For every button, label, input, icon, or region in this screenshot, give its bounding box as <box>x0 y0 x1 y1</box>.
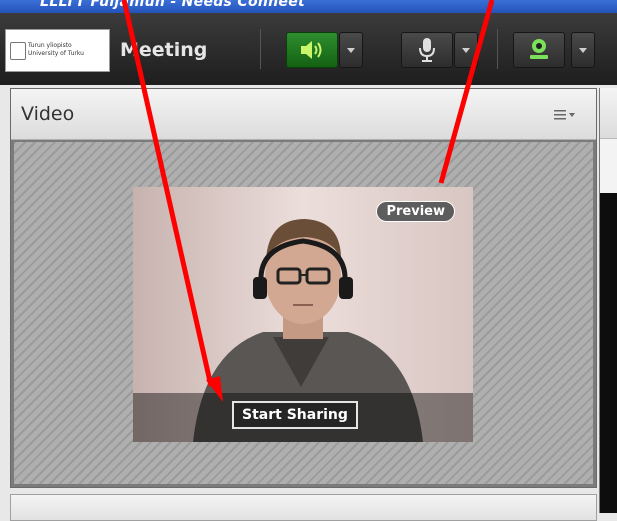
meeting-menu[interactable]: Meeting <box>120 39 207 65</box>
adjacent-pod-panel <box>600 138 617 193</box>
window-title-bar: LLLTT Fuljaniun - Needs Conneet <box>0 0 617 13</box>
university-emblem-icon <box>10 42 26 60</box>
video-pod-title: Video <box>21 103 75 125</box>
pod-options-icon[interactable] <box>554 107 578 123</box>
adjacent-pod-header <box>600 88 617 138</box>
microphone-dropdown[interactable] <box>454 32 478 68</box>
window-title: LLLTT Fuljaniun - Needs Conneet <box>40 0 305 10</box>
speaker-button[interactable] <box>286 32 338 68</box>
webcam-dropdown[interactable] <box>571 32 595 68</box>
lower-pod-header <box>10 494 597 521</box>
video-pod-header: Video <box>11 89 596 140</box>
toolbar-divider <box>497 29 498 69</box>
logo-line-2: University of Turku <box>28 50 84 57</box>
speaker-dropdown[interactable] <box>339 32 363 68</box>
webcam-icon <box>514 33 564 67</box>
start-sharing-button[interactable]: Start Sharing <box>232 401 358 429</box>
adjacent-pod <box>599 88 617 513</box>
speaker-on-icon <box>287 33 337 67</box>
microphone-button[interactable] <box>401 32 453 68</box>
meeting-toolbar: Turun yliopisto University of Turku Meet… <box>0 13 617 85</box>
microphone-icon <box>402 33 452 67</box>
share-strip: Start Sharing <box>133 393 473 442</box>
logo-line-1: Turun yliopisto <box>28 42 72 49</box>
toolbar-divider <box>260 29 261 69</box>
webcam-preview: Preview Start Sharing <box>133 187 473 442</box>
webcam-button[interactable] <box>513 32 565 68</box>
preview-badge: Preview <box>376 201 455 222</box>
university-logo: Turun yliopisto University of Turku <box>5 29 110 72</box>
